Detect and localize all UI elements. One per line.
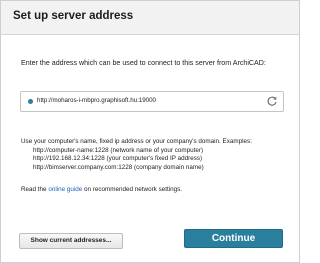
example-computer-name: http://computer-name:1228 (network name … <box>33 146 204 154</box>
guide-note-suffix: on recommended network settings. <box>82 186 183 193</box>
guide-note-prefix: Read the <box>21 186 49 193</box>
server-address-value[interactable]: http://moharos-i-mbpro.graphisoft.hu:190… <box>37 97 156 104</box>
dialog-title: Set up server address <box>13 10 134 22</box>
online-guide-link[interactable]: online guide <box>48 186 82 193</box>
help-text: Use your computer's name, fixed ip addre… <box>21 138 291 172</box>
guide-note: Read the online guide on recommended net… <box>21 186 182 193</box>
help-intro: Use your computer's name, fixed ip addre… <box>21 138 252 145</box>
setup-server-dialog: Set up server address Enter the address … <box>0 0 300 263</box>
continue-button[interactable]: Continue <box>184 229 283 248</box>
example-domain-name: http://bimserver.company.com:1228 (compa… <box>33 163 204 171</box>
address-prompt: Enter the address which can be used to c… <box>21 59 266 67</box>
dialog-title-bar: Set up server address <box>1 1 299 35</box>
status-dot-icon <box>28 99 33 104</box>
show-current-addresses-button[interactable]: Show current addresses... <box>19 233 123 249</box>
example-fixed-ip: http://192.168.12.34:1228 (your computer… <box>33 155 203 163</box>
server-address-field[interactable]: http://moharos-i-mbpro.graphisoft.hu:190… <box>20 91 284 112</box>
refresh-icon[interactable] <box>266 95 278 107</box>
